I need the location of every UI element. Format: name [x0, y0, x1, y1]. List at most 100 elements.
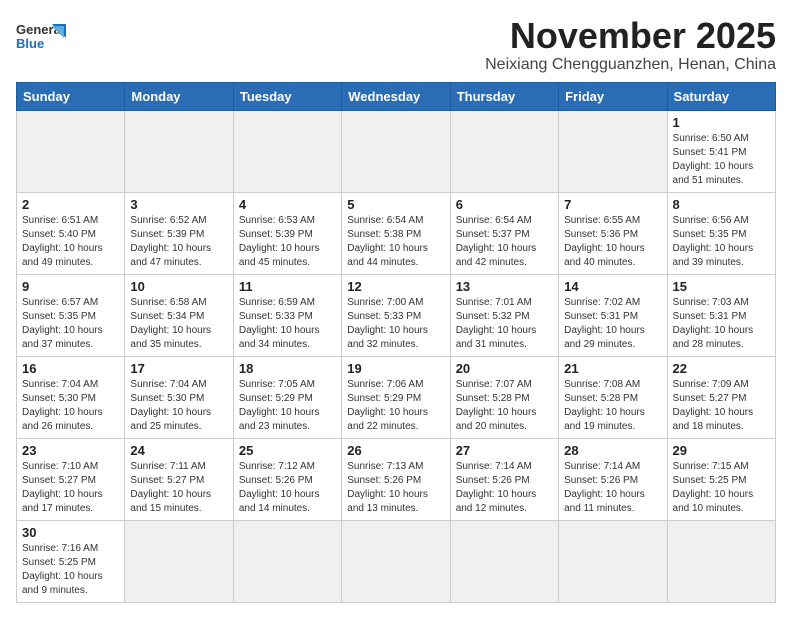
sunrise-text: Sunrise: 6:54 AM — [456, 214, 553, 228]
day-number: 28 — [564, 443, 661, 458]
daylight-text: Daylight: 10 hours and 10 minutes. — [673, 488, 770, 516]
day-number: 29 — [673, 443, 770, 458]
sunset-text: Sunset: 5:33 PM — [239, 310, 336, 324]
daylight-text: Daylight: 10 hours and 17 minutes. — [22, 488, 119, 516]
sunset-text: Sunset: 5:32 PM — [456, 310, 553, 324]
table-row: 27 Sunrise: 7:14 AMSunset: 5:26 PMDayligh… — [450, 438, 558, 520]
day-sun-info: Sunrise: 7:00 AMSunset: 5:33 PMDaylight:… — [347, 296, 444, 352]
sunset-text: Sunset: 5:28 PM — [564, 392, 661, 406]
day-sun-info: Sunrise: 7:11 AMSunset: 5:27 PMDaylight:… — [130, 460, 227, 516]
day-number: 12 — [347, 279, 444, 294]
day-sun-info: Sunrise: 7:15 AMSunset: 5:25 PMDaylight:… — [673, 460, 770, 516]
daylight-text: Daylight: 10 hours and 28 minutes. — [673, 324, 770, 352]
sunrise-text: Sunrise: 6:58 AM — [130, 296, 227, 310]
calendar-body: 1Sunrise: 6:50 AMSunset: 5:41 PMDaylight… — [17, 110, 776, 602]
table-row: 26Sunrise: 7:13 AMSunset: 5:26 PMDayligh… — [342, 438, 450, 520]
sunrise-text: Sunrise: 7:13 AM — [347, 460, 444, 474]
sunrise-text: Sunrise: 7:10 AM — [22, 460, 119, 474]
table-row: 30Sunrise: 7:16 AMSunset: 5:25 PMDayligh… — [17, 520, 125, 602]
sunrise-text: Sunrise: 6:55 AM — [564, 214, 661, 228]
table-row: 7 Sunrise: 6:55 AMSunset: 5:36 PMDaylight… — [559, 192, 667, 274]
day-sun-info: Sunrise: 7:13 AMSunset: 5:26 PMDaylight:… — [347, 460, 444, 516]
day-sun-info: Sunrise: 7:02 AMSunset: 5:31 PMDaylight:… — [564, 296, 661, 352]
day-number: 7 — [564, 197, 661, 212]
table-row: 22Sunrise: 7:09 AMSunset: 5:27 PMDayligh… — [667, 356, 775, 438]
sunrise-text: Sunrise: 7:04 AM — [22, 378, 119, 392]
table-row: 1Sunrise: 6:50 AMSunset: 5:41 PMDaylight… — [667, 110, 775, 192]
day-sun-info: Sunrise: 7:10 AMSunset: 5:27 PMDaylight:… — [22, 460, 119, 516]
day-number: 27 — [456, 443, 553, 458]
table-row: 8 Sunrise: 6:56 AMSunset: 5:35 PMDaylight… — [667, 192, 775, 274]
day-sun-info: Sunrise: 6:53 AMSunset: 5:39 PMDaylight:… — [239, 214, 336, 270]
sunset-text: Sunset: 5:27 PM — [130, 474, 227, 488]
day-sun-info: Sunrise: 6:57 AMSunset: 5:35 PMDaylight:… — [22, 296, 119, 352]
day-sun-info: Sunrise: 6:50 AMSunset: 5:41 PMDaylight:… — [673, 132, 770, 188]
day-number: 5 — [347, 197, 444, 212]
table-row: 18Sunrise: 7:05 AMSunset: 5:29 PMDayligh… — [233, 356, 341, 438]
sunrise-text: Sunrise: 7:07 AM — [456, 378, 553, 392]
day-number: 6 — [456, 197, 553, 212]
table-row — [233, 110, 341, 192]
table-row: 16Sunrise: 7:04 AMSunset: 5:30 PMDayligh… — [17, 356, 125, 438]
sunset-text: Sunset: 5:39 PM — [130, 228, 227, 242]
day-sun-info: Sunrise: 7:14 AMSunset: 5:26 PMDaylight:… — [564, 460, 661, 516]
table-row: 29 Sunrise: 7:15 AMSunset: 5:25 PMDayligh… — [667, 438, 775, 520]
day-number: 16 — [22, 361, 119, 376]
sunrise-text: Sunrise: 7:12 AM — [239, 460, 336, 474]
day-sun-info: Sunrise: 6:51 AMSunset: 5:40 PMDaylight:… — [22, 214, 119, 270]
day-number: 2 — [22, 197, 119, 212]
calendar-week-row: 23Sunrise: 7:10 AMSunset: 5:27 PMDayligh… — [17, 438, 776, 520]
calendar-week-row: 9Sunrise: 6:57 AMSunset: 5:35 PMDaylight… — [17, 274, 776, 356]
day-sun-info: Sunrise: 7:05 AMSunset: 5:29 PMDaylight:… — [239, 378, 336, 434]
day-number: 8 — [673, 197, 770, 212]
table-row — [559, 520, 667, 602]
sunset-text: Sunset: 5:25 PM — [22, 556, 119, 570]
sunrise-text: Sunrise: 7:00 AM — [347, 296, 444, 310]
sunset-text: Sunset: 5:30 PM — [130, 392, 227, 406]
sunrise-text: Sunrise: 7:09 AM — [673, 378, 770, 392]
daylight-text: Daylight: 10 hours and 45 minutes. — [239, 242, 336, 270]
daylight-text: Daylight: 10 hours and 34 minutes. — [239, 324, 336, 352]
day-sun-info: Sunrise: 6:56 AMSunset: 5:35 PMDaylight:… — [673, 214, 770, 270]
sunset-text: Sunset: 5:36 PM — [564, 228, 661, 242]
table-row: 4 Sunrise: 6:53 AMSunset: 5:39 PMDaylight… — [233, 192, 341, 274]
sunrise-text: Sunrise: 7:04 AM — [130, 378, 227, 392]
daylight-text: Daylight: 10 hours and 23 minutes. — [239, 406, 336, 434]
day-sun-info: Sunrise: 7:01 AMSunset: 5:32 PMDaylight:… — [456, 296, 553, 352]
sunset-text: Sunset: 5:26 PM — [239, 474, 336, 488]
day-sun-info: Sunrise: 7:14 AMSunset: 5:26 PMDaylight:… — [456, 460, 553, 516]
day-number: 11 — [239, 279, 336, 294]
day-number: 4 — [239, 197, 336, 212]
header-friday: Friday — [559, 82, 667, 110]
table-row: 25Sunrise: 7:12 AMSunset: 5:26 PMDayligh… — [233, 438, 341, 520]
page-header: General Blue November 2025 Neixiang Chen… — [16, 16, 776, 74]
table-row: 11 Sunrise: 6:59 AMSunset: 5:33 PMDayligh… — [233, 274, 341, 356]
sunrise-text: Sunrise: 7:03 AM — [673, 296, 770, 310]
daylight-text: Daylight: 10 hours and 26 minutes. — [22, 406, 119, 434]
daylight-text: Daylight: 10 hours and 13 minutes. — [347, 488, 444, 516]
sunset-text: Sunset: 5:27 PM — [673, 392, 770, 406]
sunrise-text: Sunrise: 7:02 AM — [564, 296, 661, 310]
title-block: November 2025 Neixiang Chengguanzhen, He… — [485, 16, 776, 74]
sunrise-text: Sunrise: 6:56 AM — [673, 214, 770, 228]
sunrise-text: Sunrise: 6:53 AM — [239, 214, 336, 228]
sunset-text: Sunset: 5:28 PM — [456, 392, 553, 406]
daylight-text: Daylight: 10 hours and 22 minutes. — [347, 406, 444, 434]
calendar-week-row: 2 Sunrise: 6:51 AMSunset: 5:40 PMDaylight… — [17, 192, 776, 274]
day-number: 17 — [130, 361, 227, 376]
table-row — [559, 110, 667, 192]
table-row: 10Sunrise: 6:58 AMSunset: 5:34 PMDayligh… — [125, 274, 233, 356]
table-row — [17, 110, 125, 192]
daylight-text: Daylight: 10 hours and 29 minutes. — [564, 324, 661, 352]
sunset-text: Sunset: 5:26 PM — [564, 474, 661, 488]
day-sun-info: Sunrise: 7:16 AMSunset: 5:25 PMDaylight:… — [22, 542, 119, 598]
table-row — [342, 110, 450, 192]
day-number: 24 — [130, 443, 227, 458]
logo-icon: General Blue — [16, 16, 66, 60]
daylight-text: Daylight: 10 hours and 25 minutes. — [130, 406, 227, 434]
day-number: 3 — [130, 197, 227, 212]
sunrise-text: Sunrise: 6:59 AM — [239, 296, 336, 310]
day-sun-info: Sunrise: 6:55 AMSunset: 5:36 PMDaylight:… — [564, 214, 661, 270]
sunrise-text: Sunrise: 7:06 AM — [347, 378, 444, 392]
table-row: 20Sunrise: 7:07 AMSunset: 5:28 PMDayligh… — [450, 356, 558, 438]
